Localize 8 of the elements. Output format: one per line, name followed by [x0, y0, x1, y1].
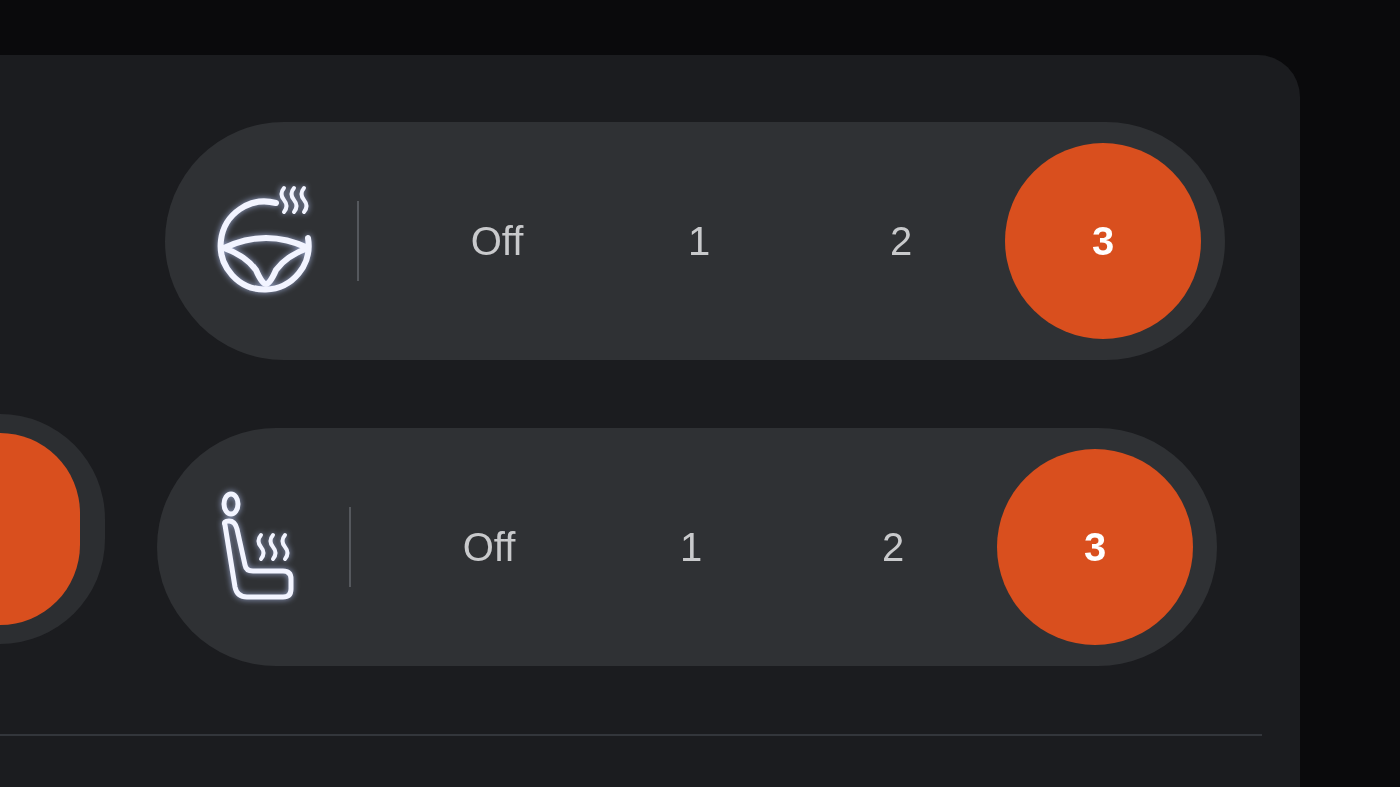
heat-level-button[interactable]: 3	[997, 449, 1193, 645]
heat-level-button[interactable]: 1	[593, 449, 789, 645]
heat-level-button[interactable]: Off	[391, 449, 587, 645]
heat-level-button[interactable]: 2	[795, 449, 991, 645]
heat-level-button[interactable]: 2	[803, 143, 999, 339]
heat-level-button[interactable]: 1	[601, 143, 797, 339]
heat-level-button[interactable]: Off	[399, 143, 595, 339]
heat-level-button[interactable]: 3	[1005, 143, 1201, 339]
